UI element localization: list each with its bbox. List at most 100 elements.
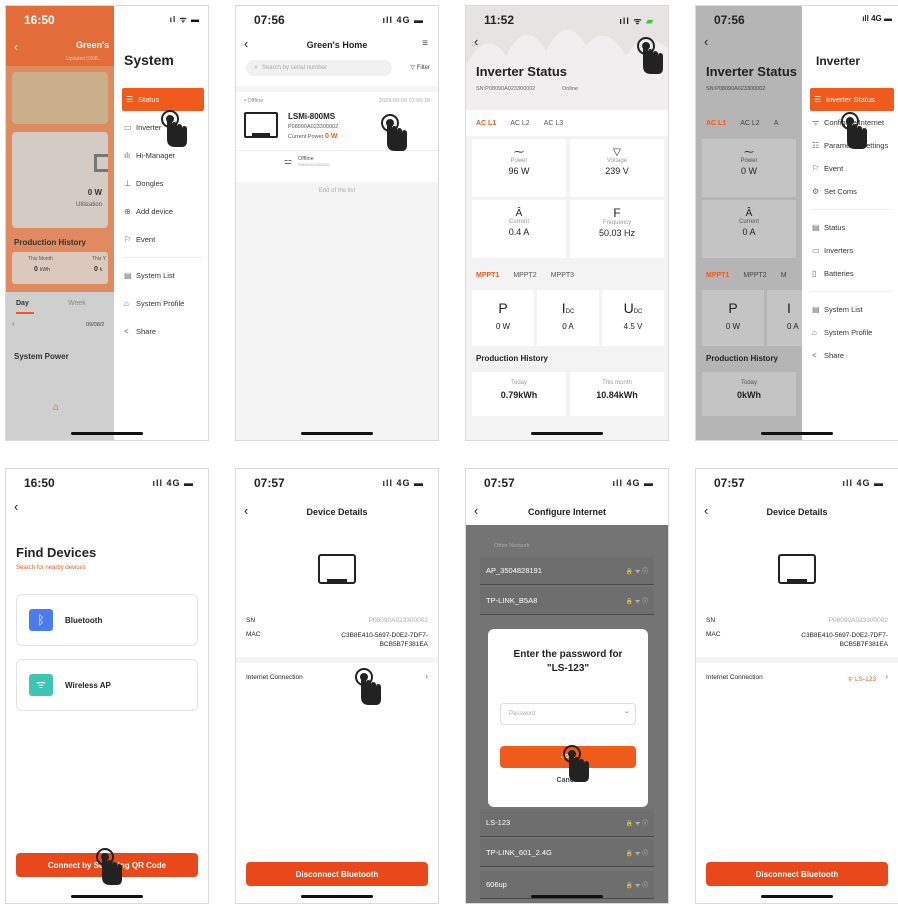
mppt-power-card: P 0 W [472,290,534,346]
internet-connection-label: Internet Connection [246,674,303,681]
status-bar: 16:50 [24,13,55,27]
search-input[interactable]: Search by serial number [262,65,327,71]
power-card: ⁓ Power 0 W [702,139,796,197]
tab-ac-l1[interactable]: AC L1 [706,120,726,127]
current-value: 0.4 A [508,227,530,237]
mppt-power-value: 0 W [495,322,511,331]
back-icon[interactable]: ‹ [14,40,18,54]
screen-find-devices: 16:50 ıll 4G ▬ ‹ Find Devices Search for … [5,468,209,904]
status-bar: 07:56 ıll 4G ▬ [254,13,424,27]
tab-ac-l3[interactable]: A [774,120,779,127]
menu-item-system-profile[interactable]: ⌂ System Profile [114,292,208,315]
sn-value: P08090A023300002 [828,617,888,624]
search-bar[interactable]: ⌕ Search by serial number [246,60,392,76]
eye-hidden-icon[interactable]: ⌣ [624,709,629,717]
list-icon: ☰ [126,95,134,104]
screen-inverter-menu: ‹ Inverter Status SN:P08090A023300002 AC… [695,5,898,441]
menu-item-event[interactable]: ⚐ Event [802,157,898,180]
menu-item-status[interactable]: ☰ Status [122,88,204,111]
tab-ac-l2[interactable]: AC L2 [510,120,529,127]
udc-subscript: DC [633,309,643,315]
network-row[interactable]: TP-LINK_601_2.4G 🔒 ᯤ ⓘ [480,839,654,867]
tab-mppt3[interactable]: MPPT3 [551,272,574,279]
list-icon: ▤ [124,271,132,280]
inverter-icon: ▭ [812,246,820,255]
dongle-icon: ⚍ [284,156,293,166]
tab-ac-l3[interactable]: AC L3 [544,120,563,127]
menu-item-batteries[interactable]: ▯ Batteries [802,262,898,285]
chevron-right-icon: › [885,672,888,681]
tab-mppt1[interactable]: MPPT1 [706,272,729,279]
menu-item-system-list[interactable]: ▤ System List [802,298,898,321]
menu-item-event[interactable]: ⚐ Event [114,228,208,251]
home-tab-icon[interactable]: ⌂ [53,402,59,413]
prev-date-icon[interactable]: ‹ [12,321,14,328]
menu-item-system-profile[interactable]: ⌂ System Profile [802,321,898,344]
back-icon[interactable]: ‹ [704,34,708,49]
tap-gesture-icon [91,847,125,887]
mac-value: C3B8E410-5697-D0E2-7DF7- BCB5B7F381EA [341,632,428,648]
mppt-current-value: 0 A [787,322,799,331]
disconnect-bluetooth-button[interactable]: Disconnect Bluetooth [246,862,428,886]
lock-wifi-info-icons: 🔒 ᯤ ⓘ [625,851,648,857]
tap-gesture-icon [376,113,410,153]
menu-item-share[interactable]: < Share [114,320,208,343]
tab-week[interactable]: Week [68,300,86,307]
menu-item-share[interactable]: < Share [802,344,898,367]
tab-mppt1[interactable]: MPPT1 [476,272,499,279]
power-card: 0 W Utilization [12,132,108,228]
wifi-icon: ᯤ [847,676,854,683]
tab-ac-l1[interactable]: AC L1 [476,120,496,127]
back-icon[interactable]: ‹ [14,499,18,514]
home-indicator [71,895,143,898]
back-icon[interactable]: ‹ [474,34,478,49]
menu-item-dongles[interactable]: ⊥ Dongles [114,172,208,195]
inverter-device-icon [244,112,278,138]
tab-mppt2[interactable]: MPPT2 [743,272,766,279]
menu-item-system-list[interactable]: ▤ System List [114,264,208,287]
month-card: This month 10.84kWh [570,372,664,416]
side-menu: ıll 4G ▬ Inverter ☰ Inverter Status ᯤ Conf… [802,6,898,440]
utilization-label: Utilization [75,202,102,208]
menu-item-inverters[interactable]: ▭ Inverters [802,239,898,262]
wireless-ap-option[interactable]: ᯤ Wireless AP [16,659,198,711]
status-bar: 07:57 ıll 4G ▬ [484,476,654,490]
page-title: Device Details [306,507,368,517]
internet-connection-row[interactable]: Internet Connection ᯤ LS-123 › [696,665,898,691]
network-row[interactable]: AP_3504828191 🔒 ᯤ ⓘ [480,557,654,585]
mac-label: MAC [706,631,721,638]
filter-icon: ▽ [410,65,415,71]
share-icon: < [812,351,817,360]
tab-ac-l2[interactable]: AC L2 [740,120,759,127]
today-card: Today 0kWh [702,372,796,416]
online-status: Online [562,86,578,92]
screen-configure-internet: 07:57 ıll 4G ▬ ‹ Configure Internet Other… [465,468,669,904]
tab-mppt3[interactable]: M [781,272,787,279]
disconnect-bluetooth-button[interactable]: Disconnect Bluetooth [706,862,888,886]
dialog-network-name: "LS-123" [546,663,590,674]
dimmed-status-background: ‹ Inverter Status SN:P08090A023300002 AC… [696,6,802,440]
internet-connection-row[interactable]: Internet Connection › [236,665,438,691]
password-input[interactable]: Password ⌣ [500,703,636,725]
device-serial: P08090A023300002 [288,124,339,130]
dongle-status: Offline [298,156,314,162]
tab-day[interactable]: Day [16,300,29,307]
menu-item-add-device[interactable]: ⊕ Add device [114,200,208,223]
voltage-card: ▽ Voltage 239 V [570,139,664,197]
list-icon: ☰ [814,95,822,104]
menu-item-inverter-status[interactable]: ☰ Inverter Status [810,88,894,111]
mppt-voltage-value: 4.5 V [623,322,643,331]
bluetooth-option[interactable]: ᛒ Bluetooth [16,594,198,646]
menu-icon[interactable]: ≡ [422,38,428,49]
tab-mppt2[interactable]: MPPT2 [513,272,536,279]
this-year-label: This Y [92,256,107,262]
network-row[interactable]: LS-123 🔒 ᯤ ⓘ [480,809,654,837]
network-row[interactable]: TP-LINK_B5A8 🔒 ᯤ ⓘ [480,587,654,615]
menu-item-status[interactable]: ▤ Status [802,216,898,239]
filter-button[interactable]: ▽ Filter [410,64,430,71]
udc-symbol: U [623,300,634,316]
menu-item-set-coms[interactable]: ⚙ Set Coms [802,180,898,203]
status-icon: ▤ [812,223,820,232]
tap-gesture-icon [350,667,384,707]
home-indicator [71,432,143,435]
